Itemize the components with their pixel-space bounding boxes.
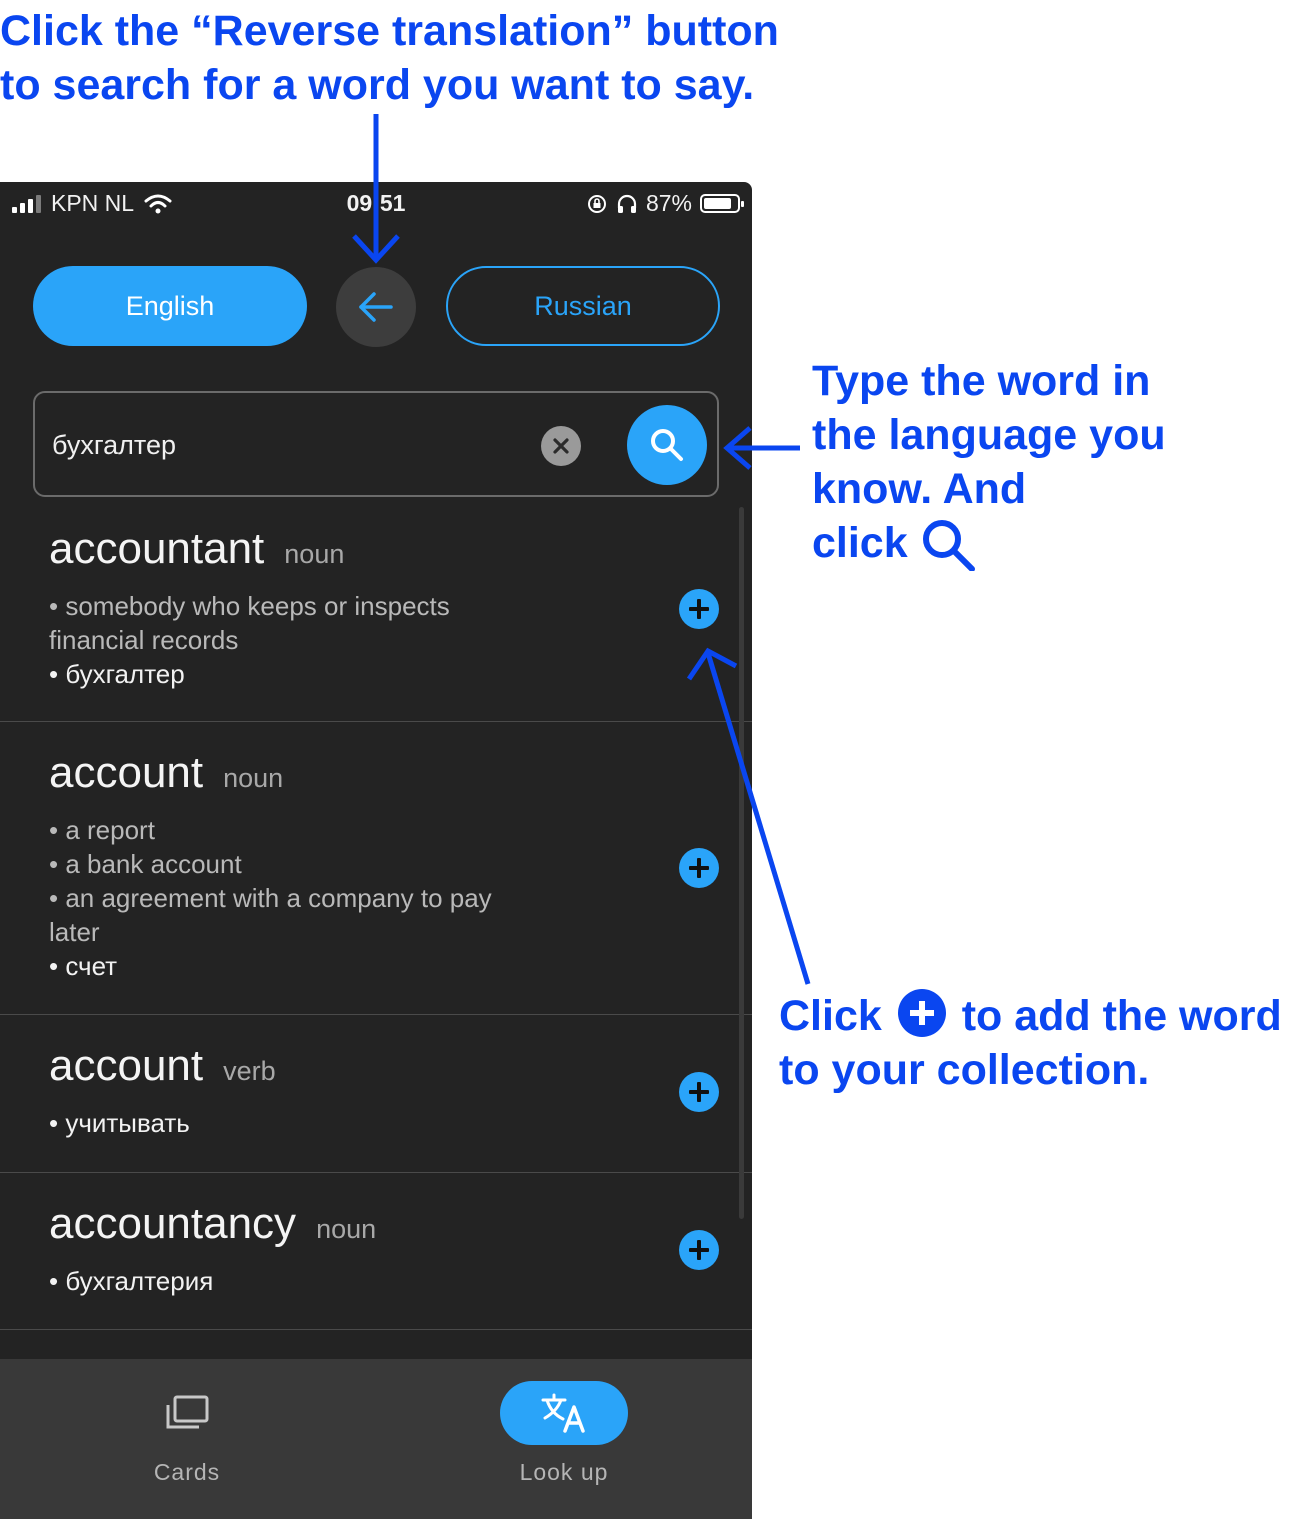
source-language-button[interactable]: English	[33, 266, 307, 346]
tab-label: Look up	[519, 1459, 609, 1485]
plus-icon	[897, 989, 946, 1037]
annotation-text: to add the word	[961, 992, 1282, 1040]
target-language-button[interactable]: Russian	[446, 266, 720, 346]
result-translation: • бухгалтерия	[49, 1266, 214, 1296]
result-word: accountant	[49, 524, 265, 573]
annotation-line: Click to add the word	[779, 989, 1299, 1043]
result-translation: • счет	[49, 951, 118, 981]
result-translation: • учитывать	[49, 1108, 190, 1138]
annotation-reverse-translation: Click the “Reverse translation” button t…	[0, 4, 800, 112]
tab-label: Cards	[153, 1459, 221, 1485]
result-definition: • an agreement with a company to pay	[49, 883, 492, 913]
tab-cards[interactable]: Cards	[87, 1381, 287, 1486]
result-definition: financial records	[49, 625, 239, 655]
result-word: accountancy	[49, 1199, 297, 1248]
annotation-line: know. And	[812, 465, 1027, 513]
phone-screen: KPN NL 09:51 87% English Russian account…	[0, 182, 752, 1519]
tab-look-up[interactable]: Look up	[464, 1381, 664, 1486]
search-icon	[651, 429, 683, 461]
arrow-left-icon	[359, 292, 393, 322]
clear-icon	[553, 438, 569, 454]
add-word-button[interactable]	[679, 1072, 719, 1112]
add-word-button[interactable]	[679, 848, 719, 888]
search-button[interactable]	[627, 405, 707, 485]
search-box	[33, 391, 719, 497]
result-part-of-speech: noun	[284, 539, 345, 569]
search-icon	[922, 520, 975, 571]
translate-icon	[541, 1393, 585, 1433]
annotation-add-word: Click to add the word to your collection…	[779, 989, 1299, 1097]
battery-percent: 87%	[645, 190, 692, 216]
battery-icon	[700, 194, 744, 213]
result-definition: later	[49, 917, 100, 947]
result-item[interactable]: accountant noun • somebody who keeps or …	[0, 516, 752, 722]
result-item[interactable]: account verb • учитывать	[0, 1015, 752, 1173]
annotation-text: Click	[779, 992, 882, 1040]
annotation-line: click	[812, 516, 1232, 571]
cards-icon	[166, 1395, 209, 1429]
result-item[interactable]: account noun • a report • a bank account…	[0, 722, 752, 1015]
clear-button[interactable]	[541, 426, 581, 466]
search-input[interactable]	[52, 423, 512, 467]
result-item[interactable]: accountancy noun • бухгалтерия	[0, 1173, 752, 1330]
scrollbar[interactable]	[739, 507, 744, 1219]
annotation-type-word: Type the word in the language you know. …	[812, 354, 1232, 571]
result-part-of-speech: noun	[316, 1214, 377, 1244]
result-part-of-speech: verb	[223, 1056, 276, 1086]
annotation-line: the language you	[812, 411, 1166, 459]
reverse-translation-button[interactable]	[336, 267, 416, 347]
headphones-icon	[617, 194, 637, 213]
status-bar: KPN NL 09:51 87%	[0, 182, 752, 224]
annotation-line: to search for a word you want to say.	[0, 61, 755, 109]
result-definition: • a bank account	[49, 849, 242, 879]
tab-bar: Cards Look up	[0, 1359, 752, 1519]
add-word-button[interactable]	[679, 589, 719, 629]
result-definition: • a report	[49, 815, 155, 845]
add-word-button[interactable]	[679, 1230, 719, 1270]
orientation-lock-icon	[587, 194, 606, 213]
annotation-text: click	[812, 519, 908, 567]
result-word: account	[49, 748, 204, 797]
annotation-line: to your collection.	[779, 1046, 1150, 1094]
result-word: account	[49, 1041, 204, 1090]
result-definition: • somebody who keeps or inspects	[49, 591, 450, 621]
result-translation: • бухгалтер	[49, 659, 185, 689]
annotation-line: Click the “Reverse translation” button	[0, 7, 779, 55]
results-list: accountant noun • somebody who keeps or …	[0, 516, 752, 1330]
result-part-of-speech: noun	[223, 763, 284, 793]
annotation-line: Type the word in	[812, 357, 1151, 405]
